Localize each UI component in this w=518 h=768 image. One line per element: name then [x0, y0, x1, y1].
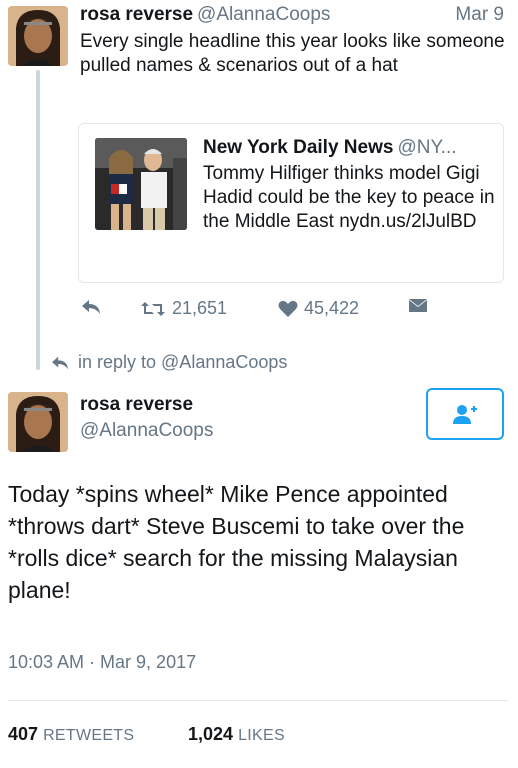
- tweet-text: Today *spins wheel* Mike Pence appointed…: [8, 481, 465, 603]
- divider: [8, 700, 508, 701]
- in-reply-to-label: in reply to @AlannaCoops: [78, 352, 288, 372]
- thread-line: [36, 70, 40, 370]
- in-reply-to[interactable]: in reply to @AlannaCoops: [50, 352, 287, 373]
- tweet-text: Every single headline this year looks li…: [80, 31, 505, 76]
- likes-label: LIKES: [238, 727, 285, 744]
- tweet-timestamp[interactable]: 10:03 AM · Mar 9, 2017: [8, 652, 196, 673]
- retweets-count: 407: [8, 724, 39, 744]
- likes-count: 1,024: [188, 724, 234, 744]
- quoted-tweet-text: Tommy Hilfiger thinks model Gigi Hadid c…: [203, 163, 495, 232]
- author-name[interactable]: rosa reverse: [80, 4, 193, 25]
- avatar[interactable]: [8, 392, 68, 452]
- tweet-date[interactable]: Mar 9: [455, 4, 504, 26]
- author-handle[interactable]: @AlannaCoops: [197, 4, 330, 25]
- retweet-count: 21,651: [172, 298, 228, 318]
- avatar-image: [8, 392, 68, 452]
- retweets-stat[interactable]: 407 RETWEETS: [8, 724, 134, 745]
- quoted-tweet-card[interactable]: New York Daily News @NY... Tommy Hilfiger…: [78, 123, 504, 283]
- retweets-label: RETWEETS: [43, 727, 135, 744]
- quoted-author-handle: @NY...: [397, 137, 457, 158]
- envelope-icon: [409, 299, 427, 312]
- like-button[interactable]: 45,422: [278, 298, 359, 319]
- add-user-icon: [453, 405, 477, 424]
- likes-stat[interactable]: 1,024 LIKES: [188, 724, 285, 745]
- author-name[interactable]: rosa reverse: [80, 394, 193, 416]
- quoted-author-name: New York Daily News: [203, 137, 394, 158]
- retweet-button[interactable]: 21,651: [140, 298, 227, 319]
- direct-message-button[interactable]: [408, 298, 428, 314]
- reply-icon: [82, 300, 100, 314]
- quoted-tweet-header: New York Daily News @NY...: [203, 136, 495, 160]
- avatar[interactable]: [8, 6, 68, 66]
- avatar-image: [8, 6, 68, 66]
- quoted-tweet-image: [95, 138, 187, 230]
- tweet-actions: 21,651 45,422: [78, 296, 508, 326]
- like-count: 45,422: [304, 298, 360, 318]
- follow-button[interactable]: [426, 388, 504, 440]
- reply-button[interactable]: [80, 298, 102, 316]
- author-handle[interactable]: @AlannaCoops: [80, 420, 213, 442]
- retweet-icon: [141, 301, 165, 316]
- reply-icon: [52, 356, 68, 369]
- tweet-header: rosa reverse @AlannaCoops Mar 9: [80, 4, 508, 26]
- heart-icon: [278, 300, 298, 317]
